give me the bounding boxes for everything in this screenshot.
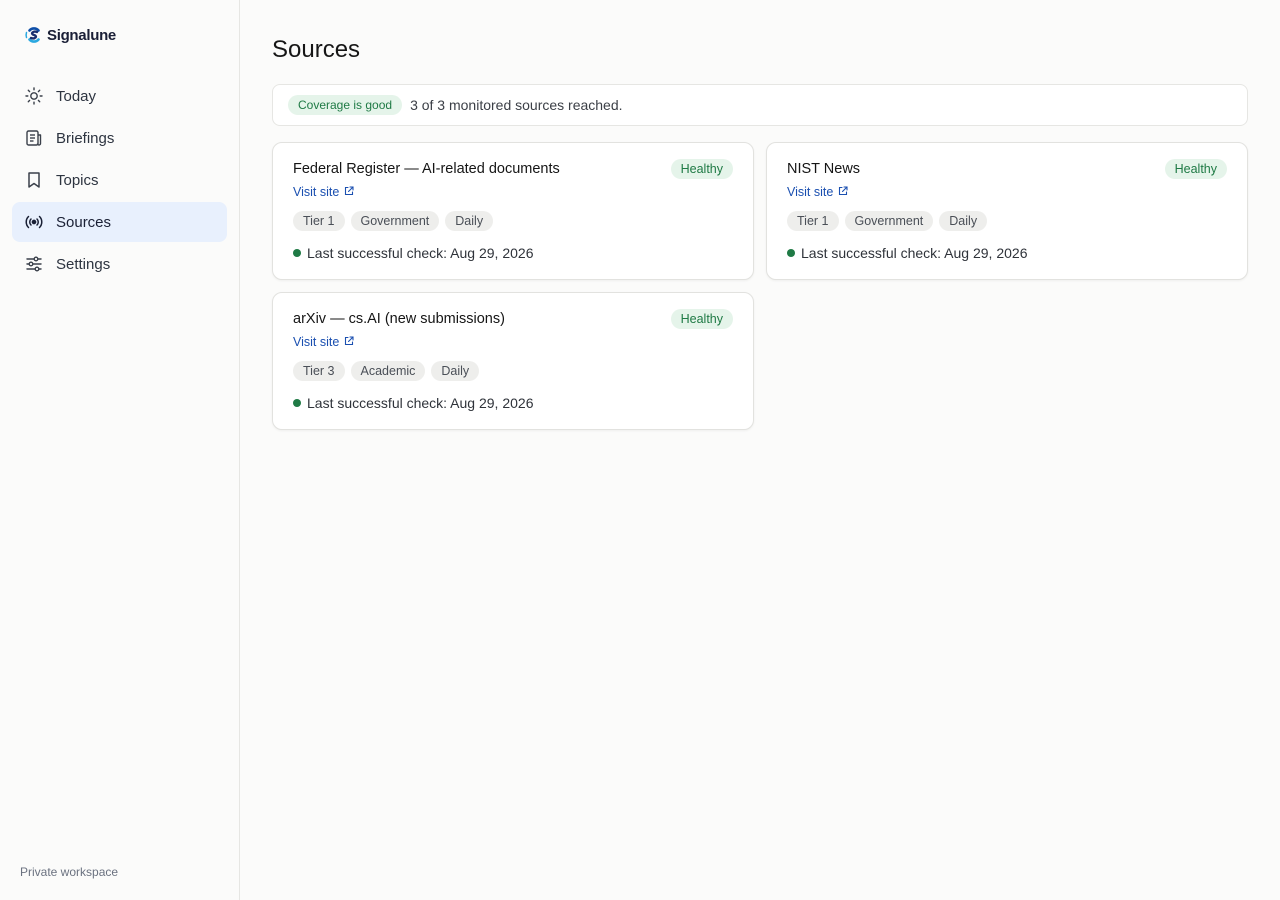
page-title: Sources (272, 36, 361, 63)
signalune-logo-icon (24, 24, 44, 46)
app-logo[interactable]: Signalune (24, 24, 116, 46)
tag-list: Tier 1 Government Daily (787, 211, 988, 231)
category-tag: Government (844, 211, 934, 231)
status-dot-icon (293, 249, 301, 257)
workspace-label: Private workspace (20, 865, 119, 879)
sidebar-item-label: Settings (56, 255, 111, 273)
status-badge: Healthy (670, 159, 733, 179)
status-dot-icon (293, 399, 301, 407)
sidebar-item-label: Topics (56, 171, 99, 189)
sidebar-item-label: Briefings (56, 129, 115, 147)
sidebar-nav: Today Briefings Topics Sources Settings (12, 76, 227, 286)
visit-site-label: Visit site (787, 185, 834, 199)
visit-site-label: Visit site (293, 335, 340, 349)
status-dot-icon (787, 249, 795, 257)
source-card: arXiv — cs.AI (new submissions) Healthy … (272, 292, 754, 430)
external-link-icon (344, 335, 354, 349)
frequency-tag: Daily (939, 211, 988, 231)
tier-tag: Tier 3 (293, 361, 345, 381)
tag-list: Tier 1 Government Daily (293, 211, 494, 231)
last-check-text: Last successful check: Aug 29, 2026 (801, 245, 1028, 261)
external-link-icon (838, 185, 848, 199)
frequency-tag: Daily (431, 361, 480, 381)
sidebar-item-label: Sources (56, 213, 112, 231)
sidebar-item-briefings[interactable]: Briefings (12, 118, 227, 158)
source-card: Federal Register — AI-related documents … (272, 142, 754, 280)
status-badge: Healthy (1164, 159, 1227, 179)
newspaper-icon (25, 129, 43, 147)
source-card: NIST News Healthy Visit site Tier 1 Gove… (766, 142, 1248, 280)
coverage-banner: Coverage is good 3 of 3 monitored source… (272, 84, 1248, 126)
sidebar-item-topics[interactable]: Topics (12, 160, 227, 200)
last-check-status: Last successful check: Aug 29, 2026 (293, 395, 533, 411)
last-check-status: Last successful check: Aug 29, 2026 (293, 245, 533, 261)
external-link-icon (344, 185, 354, 199)
sliders-icon (25, 255, 43, 273)
tag-list: Tier 3 Academic Daily (293, 361, 480, 381)
last-check-text: Last successful check: Aug 29, 2026 (307, 245, 534, 261)
visit-site-label: Visit site (293, 185, 340, 199)
coverage-text: 3 of 3 monitored sources reached. (410, 97, 623, 113)
visit-site-link[interactable]: Visit site (787, 185, 848, 199)
last-check-status: Last successful check: Aug 29, 2026 (787, 245, 1027, 261)
sidebar-item-today[interactable]: Today (12, 76, 227, 116)
last-check-text: Last successful check: Aug 29, 2026 (307, 395, 534, 411)
sidebar-item-settings[interactable]: Settings (12, 244, 227, 284)
coverage-badge: Coverage is good (288, 95, 403, 115)
sidebar: Signalune Today Briefings Topics Sources… (0, 0, 240, 900)
category-tag: Government (350, 211, 440, 231)
broadcast-icon (25, 213, 43, 231)
source-title: arXiv — cs.AI (new submissions) (293, 311, 505, 327)
status-badge: Healthy (670, 309, 733, 329)
bookmark-icon (25, 171, 43, 189)
app-name: Signalune (47, 26, 116, 44)
tier-tag: Tier 1 (293, 211, 345, 231)
visit-site-link[interactable]: Visit site (293, 185, 354, 199)
sidebar-item-label: Today (56, 87, 97, 105)
source-title: NIST News (787, 161, 861, 177)
frequency-tag: Daily (445, 211, 494, 231)
category-tag: Academic (350, 361, 426, 381)
sun-icon (25, 87, 43, 105)
source-title: Federal Register — AI-related documents (293, 161, 560, 177)
tier-tag: Tier 1 (787, 211, 839, 231)
visit-site-link[interactable]: Visit site (293, 335, 354, 349)
sidebar-item-sources[interactable]: Sources (12, 202, 227, 242)
